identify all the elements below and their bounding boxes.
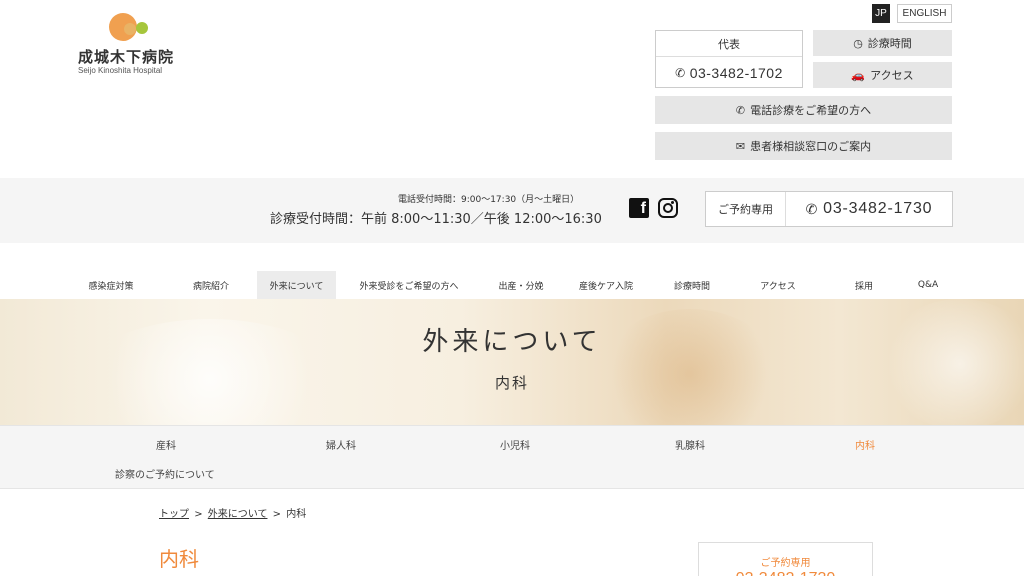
main-tel-label: 代表 xyxy=(656,31,802,57)
subnav-item-pediatrics[interactable]: 小児科 xyxy=(500,437,530,452)
department-subnav: 産科 婦人科 小児科 乳腺科 内科 診察のご予約について xyxy=(0,425,1024,489)
logo-name: 成城木下病院 xyxy=(78,48,175,66)
main-nav: 感染症対策 病院紹介 外来について 外来受診をご希望の方へ 出産・分娩 産後ケア… xyxy=(0,271,1024,299)
hero-title: 外来について xyxy=(422,327,602,357)
logo-subtitle: Seijo Kinoshita Hospital xyxy=(78,66,163,75)
breadcrumb-outpatient-link[interactable]: 外来について xyxy=(208,509,268,520)
hours-button[interactable]: ◷ 診療時間 xyxy=(813,30,952,56)
nav-item-delivery[interactable]: 出産・分娩 xyxy=(490,271,552,299)
reservation-label: ご予約専用 xyxy=(706,192,786,226)
tel-hours-text: 電話受付時間：9:00～17:30（月～土曜日） xyxy=(398,195,580,205)
reservation-tel[interactable]: ✆ 03-3482-1730 xyxy=(786,192,952,226)
side-reservation-label: ご予約専用 xyxy=(760,558,811,569)
subnav-item-reservation[interactable]: 診察のご予約について xyxy=(115,466,215,481)
phone-consult-button[interactable]: ✆ 電話診療をご希望の方へ xyxy=(655,96,952,124)
facebook-icon[interactable]: f xyxy=(629,198,649,218)
breadcrumb-separator: > xyxy=(194,509,203,520)
phone-icon: ✆ xyxy=(805,200,819,217)
subnav-item-internal[interactable]: 内科 xyxy=(855,437,875,452)
lang-english-button[interactable]: ENGLISH xyxy=(897,4,952,23)
reservation-box[interactable]: ご予約専用 ✆ 03-3482-1730 xyxy=(705,191,953,227)
breadcrumb: トップ > 外来について > 内科 xyxy=(159,505,306,520)
patient-desk-label: 患者様相談窓口のご案内 xyxy=(750,140,872,153)
breadcrumb-current: 内科 xyxy=(286,509,307,520)
reservation-number: 03-3482-1730 xyxy=(823,200,933,217)
reception-hours-text: 診療受付時間：午前 8:00～11:30／午後 12:00～16:30 xyxy=(270,212,602,227)
hours-button-label: 診療時間 xyxy=(867,37,912,50)
main-tel-link[interactable]: ✆ 03-3482-1702 xyxy=(656,57,802,88)
subnav-item-breast[interactable]: 乳腺科 xyxy=(675,437,705,452)
nav-item-hours[interactable]: 診療時間 xyxy=(664,271,720,299)
nav-item-about[interactable]: 病院紹介 xyxy=(180,271,242,299)
page-title: 内科 xyxy=(159,547,199,571)
phone-icon: ✆ xyxy=(735,103,746,117)
access-button-label: アクセス xyxy=(870,69,914,82)
hero-subtitle: 内科 xyxy=(494,374,529,392)
main-tel-box: 代表 ✆ 03-3482-1702 xyxy=(655,30,803,88)
hero-decoration xyxy=(880,299,1024,425)
breadcrumb-top-link[interactable]: トップ xyxy=(159,509,189,520)
nav-item-infection[interactable]: 感染症対策 xyxy=(80,271,142,299)
info-band: 電話受付時間：9:00～17:30（月～土曜日） 診療受付時間：午前 8:00～… xyxy=(0,178,1024,243)
car-icon: 🚗 xyxy=(851,68,866,82)
nav-item-outpatient-visit[interactable]: 外来受診をご希望の方へ xyxy=(350,271,468,299)
hero-banner: 外来について 内科 xyxy=(0,299,1024,425)
lang-jp-button[interactable]: JP xyxy=(872,4,890,23)
subnav-item-gynecology[interactable]: 婦人科 xyxy=(326,437,356,452)
logo-mark-icon xyxy=(109,13,148,41)
nav-item-recruit[interactable]: 採用 xyxy=(844,271,884,299)
phone-consult-label: 電話診療をご希望の方へ xyxy=(750,104,872,117)
nav-item-access[interactable]: アクセス xyxy=(750,271,806,299)
main-tel-number: 03-3482-1702 xyxy=(689,64,783,81)
instagram-icon[interactable] xyxy=(658,198,678,218)
hospital-logo[interactable]: 成城木下病院 Seijo Kinoshita Hospital xyxy=(78,12,198,77)
side-reservation-number[interactable]: 03-3482-1730 xyxy=(699,570,872,576)
nav-item-postpartum[interactable]: 産後ケア入院 xyxy=(572,271,640,299)
breadcrumb-separator: > xyxy=(272,509,282,520)
access-button[interactable]: 🚗 アクセス xyxy=(813,62,952,88)
subnav-item-obstetrics[interactable]: 産科 xyxy=(156,437,176,452)
phone-icon: ✆ xyxy=(675,65,686,80)
nav-item-qa[interactable]: Q&A xyxy=(910,271,946,299)
side-reservation-box[interactable]: ご予約専用 03-3482-1730 xyxy=(698,542,873,576)
patient-desk-button[interactable]: ✉ 患者様相談窓口のご案内 xyxy=(655,132,952,160)
nav-item-outpatient[interactable]: 外来について xyxy=(257,271,336,299)
clock-icon: ◷ xyxy=(853,36,863,50)
mail-icon: ✉ xyxy=(735,139,746,153)
